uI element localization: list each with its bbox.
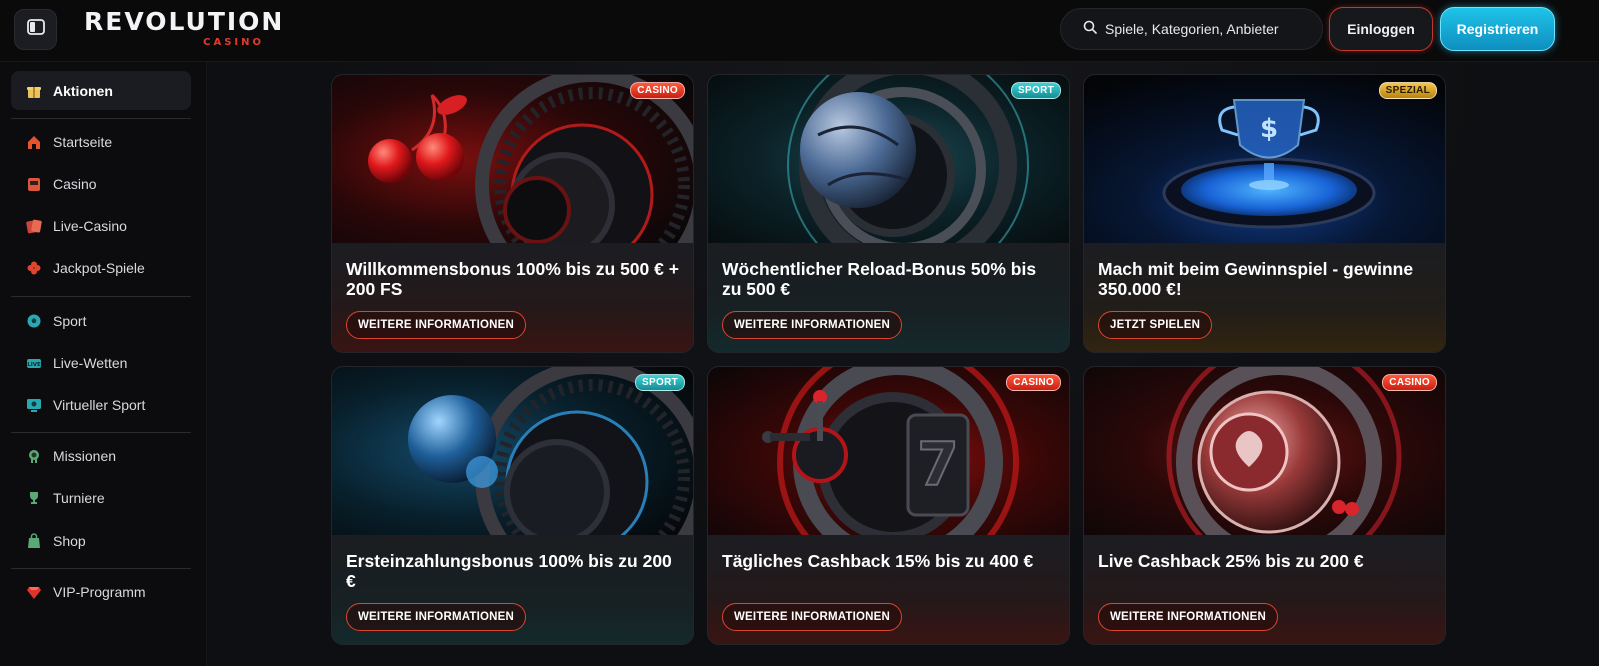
sidebar-item-shop[interactable]: Shop	[11, 521, 191, 560]
promo-card-live-cashback[interactable]: CASINO Live Cashback 25% bis zu 200 € WE…	[1083, 366, 1446, 645]
sidebar-divider	[11, 568, 191, 569]
sidebar-divider	[11, 296, 191, 297]
promo-title: Live Cashback 25% bis zu 200 €	[1098, 551, 1364, 571]
clover-icon	[25, 259, 43, 277]
promo-card-first-deposit[interactable]: SPORT Ersteinzahlungsbonus 100% bis zu 2…	[331, 366, 694, 645]
promo-card-body: Live Cashback 25% bis zu 200 € WEITERE I…	[1084, 535, 1445, 644]
promo-image: CASINO	[332, 75, 693, 243]
sidebar-item-label: Live-Casino	[53, 217, 127, 234]
category-badge: CASINO	[1382, 374, 1437, 391]
promo-title: Ersteinzahlungsbonus 100% bis zu 200 €	[346, 551, 672, 591]
category-badge: SPORT	[1011, 82, 1061, 99]
sidebar-item-casino[interactable]: Casino	[11, 164, 191, 203]
home-icon	[25, 133, 43, 151]
sidebar-item-missionen[interactable]: Missionen	[11, 436, 191, 475]
sidebar-item-jackpot-spiele[interactable]: Jackpot-Spiele	[11, 248, 191, 287]
search-input[interactable]	[1105, 21, 1305, 37]
sidebar-nav: Aktionen Startseite Casino Live-Casino J…	[0, 62, 207, 666]
sidebar-item-label: Aktionen	[53, 82, 113, 99]
sidebar-toggle-icon	[26, 19, 45, 40]
sidebar-item-label: Startseite	[53, 133, 113, 150]
sidebar-item-virtueller-sport[interactable]: Virtueller Sport	[11, 385, 191, 424]
search-bar[interactable]	[1060, 8, 1323, 50]
promotions-grid: CASINO Willkommensbonus 100% bis zu 500 …	[207, 62, 1599, 666]
medal-icon	[25, 447, 43, 465]
category-badge: SPEZIAL	[1378, 82, 1437, 99]
sidebar-item-label: Sport	[53, 312, 87, 329]
promo-card-body: Mach mit beim Gewinnspiel - gewinne 350.…	[1084, 243, 1445, 352]
more-info-button[interactable]: WEITERE INFORMATIONEN	[722, 603, 903, 631]
sidebar-item-aktionen[interactable]: Aktionen	[11, 71, 191, 110]
live-icon: LIVE	[25, 354, 43, 372]
brand-logo[interactable]: REVOLUTION CASINO	[84, 8, 282, 50]
monitor-icon	[25, 396, 43, 414]
diamond-icon	[25, 583, 43, 601]
more-info-button[interactable]: WEITERE INFORMATIONEN	[346, 603, 527, 631]
sidebar-divider	[11, 118, 191, 119]
promo-image: SPORT	[708, 75, 1069, 243]
sidebar-item-label: Missionen	[53, 447, 117, 464]
svg-text:$: $	[1260, 114, 1278, 144]
promo-title: Willkommensbonus 100% bis zu 500 € + 200…	[346, 259, 679, 299]
promo-image: $ SPEZIAL	[1084, 75, 1445, 243]
sidebar-item-startseite[interactable]: Startseite	[11, 122, 191, 161]
play-now-button[interactable]: JETZT SPIELEN	[1098, 311, 1213, 339]
promo-card-body: Willkommensbonus 100% bis zu 500 € + 200…	[332, 243, 693, 352]
sidebar-item-label: Jackpot-Spiele	[53, 259, 145, 276]
promo-card-daily-cashback[interactable]: 7 CASINO Tägliches Cashback 15% bis zu 4…	[707, 366, 1070, 645]
logo-wordmark: REVOLUTION	[84, 7, 285, 36]
promo-card-giveaway[interactable]: $ SPEZIAL Mach mit beim Gewinnspiel - ge…	[1083, 74, 1446, 353]
svg-text:LIVE: LIVE	[27, 362, 41, 368]
category-badge: CASINO	[630, 82, 685, 99]
search-icon	[1083, 20, 1097, 39]
sidebar-item-label: Live-Wetten	[53, 354, 128, 371]
cards-icon	[25, 217, 43, 235]
promo-title: Mach mit beim Gewinnspiel - gewinne 350.…	[1098, 259, 1414, 299]
sidebar-item-label: VIP-Programm	[53, 583, 146, 600]
promo-image: 7 CASINO	[708, 367, 1069, 535]
more-info-button[interactable]: WEITERE INFORMATIONEN	[722, 311, 903, 339]
sidebar-item-label: Casino	[53, 175, 97, 192]
gift-icon	[25, 82, 43, 100]
sidebar-divider	[11, 432, 191, 433]
more-info-button[interactable]: WEITERE INFORMATIONEN	[1098, 603, 1279, 631]
promo-card-welcome-bonus[interactable]: CASINO Willkommensbonus 100% bis zu 500 …	[331, 74, 694, 353]
more-info-button[interactable]: WEITERE INFORMATIONEN	[346, 311, 527, 339]
slot-machine-icon	[25, 175, 43, 193]
category-badge: SPORT	[635, 374, 685, 391]
category-badge: CASINO	[1006, 374, 1061, 391]
promo-title: Wöchentlicher Reload-Bonus 50% bis zu 50…	[722, 259, 1037, 299]
sidebar-item-label: Turniere	[53, 489, 105, 506]
register-button[interactable]: Registrieren	[1440, 7, 1555, 51]
sidebar-item-label: Shop	[53, 532, 86, 549]
sidebar-item-label: Virtueller Sport	[53, 396, 146, 413]
promo-title: Tägliches Cashback 15% bis zu 400 €	[722, 551, 1034, 571]
sidebar-item-turniere[interactable]: Turniere	[11, 478, 191, 517]
promo-card-body: Ersteinzahlungsbonus 100% bis zu 200 € W…	[332, 535, 693, 644]
promo-card-body: Wöchentlicher Reload-Bonus 50% bis zu 50…	[708, 243, 1069, 352]
logo-subtitle: CASINO	[203, 37, 264, 48]
svg-text:7: 7	[917, 430, 959, 500]
soccer-ball-icon	[25, 312, 43, 330]
promo-image: SPORT	[332, 367, 693, 535]
sidebar-toggle-button[interactable]	[14, 9, 57, 50]
sidebar-item-live-wetten[interactable]: LIVE Live-Wetten	[11, 343, 191, 382]
sidebar-item-sport[interactable]: Sport	[11, 301, 191, 340]
shop-icon	[25, 532, 43, 550]
promo-image: CASINO	[1084, 367, 1445, 535]
sidebar-item-vip-programm[interactable]: VIP-Programm	[11, 572, 191, 611]
login-button[interactable]: Einloggen	[1329, 7, 1433, 51]
promo-card-weekly-reload[interactable]: SPORT Wöchentlicher Reload-Bonus 50% bis…	[707, 74, 1070, 353]
top-header: REVOLUTION CASINO Einloggen Registrieren	[0, 0, 1599, 62]
sidebar-item-live-casino[interactable]: Live-Casino	[11, 206, 191, 245]
promo-card-body: Tägliches Cashback 15% bis zu 400 € WEIT…	[708, 535, 1069, 644]
trophy-icon	[25, 489, 43, 507]
